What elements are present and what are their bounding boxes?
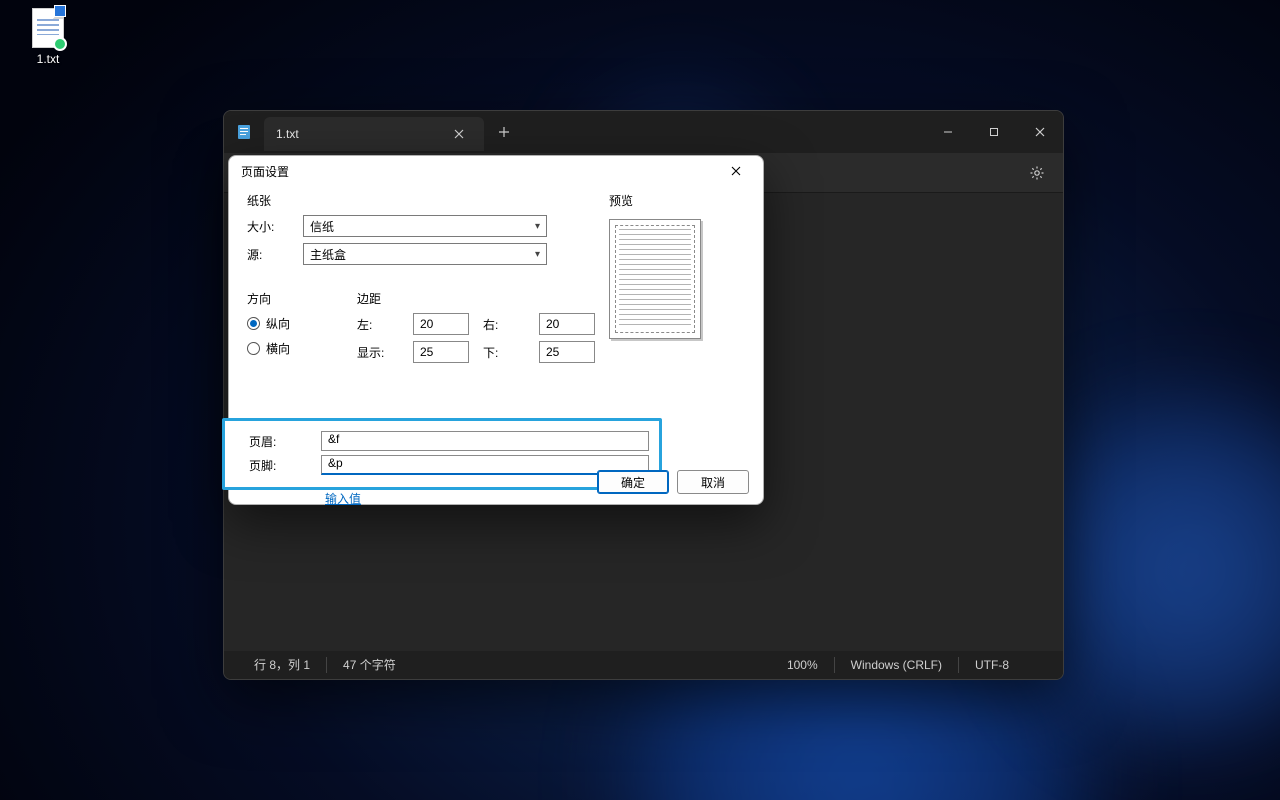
- dialog-titlebar[interactable]: 页面设置: [229, 156, 763, 186]
- maximize-button[interactable]: [971, 111, 1017, 153]
- status-char-count: 47 个字符: [327, 651, 412, 679]
- input-values-link[interactable]: 输入值: [325, 492, 361, 506]
- margin-left-input[interactable]: 20: [413, 313, 469, 335]
- desktop-file-label: 1.txt: [18, 52, 78, 66]
- titlebar[interactable]: 1.txt: [224, 111, 1063, 153]
- close-icon: [731, 166, 741, 176]
- status-bar: 行 8，列 1 47 个字符 100% Windows (CRLF) UTF-8: [224, 651, 1063, 679]
- chevron-down-icon: ▾: [535, 221, 540, 232]
- status-line-ending: Windows (CRLF): [835, 651, 958, 679]
- header-input[interactable]: &f: [321, 431, 649, 451]
- desktop: 1.txt 1.txt: [0, 0, 1280, 800]
- margin-top-label: 显示:: [357, 344, 399, 361]
- paper-size-label: 大小:: [247, 218, 303, 235]
- desktop-file-1txt[interactable]: 1.txt: [18, 8, 78, 66]
- cancel-button[interactable]: 取消: [677, 470, 749, 494]
- orientation-landscape-radio[interactable]: 横向: [247, 340, 290, 357]
- preview-page: [609, 219, 701, 339]
- header-label: 页眉:: [249, 433, 309, 450]
- dialog-close-button[interactable]: [721, 156, 751, 186]
- window-close-button[interactable]: [1017, 111, 1063, 153]
- settings-button[interactable]: [1021, 157, 1053, 189]
- orientation-group-label: 方向: [247, 290, 290, 307]
- margin-top-input[interactable]: 25: [413, 341, 469, 363]
- margins-group-label: 边距: [357, 290, 595, 307]
- status-position: 行 8，列 1: [238, 651, 326, 679]
- paper-size-value: 信纸: [310, 218, 334, 235]
- paper-source-value: 主纸盒: [310, 246, 346, 263]
- tab-close-button[interactable]: [446, 121, 472, 147]
- tab-active[interactable]: 1.txt: [264, 117, 484, 151]
- footer-label: 页脚:: [249, 457, 309, 474]
- margin-bottom-label: 下:: [483, 344, 525, 361]
- dialog-title: 页面设置: [241, 163, 289, 180]
- status-encoding: UTF-8: [959, 651, 1049, 679]
- paper-source-select[interactable]: 主纸盒 ▾: [303, 243, 547, 265]
- page-setup-dialog: 页面设置 纸张 大小: 信纸 ▾ 源: 主纸盒: [228, 155, 764, 505]
- status-zoom: 100%: [771, 651, 834, 679]
- orientation-landscape-label: 横向: [266, 340, 290, 357]
- preview-label: 预览: [609, 192, 701, 209]
- text-file-icon: [32, 8, 64, 48]
- paper-source-label: 源:: [247, 246, 303, 263]
- minimize-button[interactable]: [925, 111, 971, 153]
- margin-right-input[interactable]: 20: [539, 313, 595, 335]
- margin-bottom-input[interactable]: 25: [539, 341, 595, 363]
- tab-title: 1.txt: [276, 127, 299, 141]
- chevron-down-icon: ▾: [535, 249, 540, 260]
- notepad-app-icon: [224, 111, 264, 153]
- gear-icon: [1029, 165, 1045, 181]
- margin-right-label: 右:: [483, 316, 525, 333]
- ok-button[interactable]: 确定: [597, 470, 669, 494]
- new-tab-button[interactable]: [484, 111, 524, 153]
- paper-group-label: 纸张: [247, 192, 597, 209]
- paper-size-select[interactable]: 信纸 ▾: [303, 215, 547, 237]
- orientation-portrait-label: 纵向: [266, 315, 290, 332]
- orientation-portrait-radio[interactable]: 纵向: [247, 315, 290, 332]
- margin-left-label: 左:: [357, 316, 399, 333]
- header-footer-section: 页眉: &f 页脚: &p: [222, 418, 662, 490]
